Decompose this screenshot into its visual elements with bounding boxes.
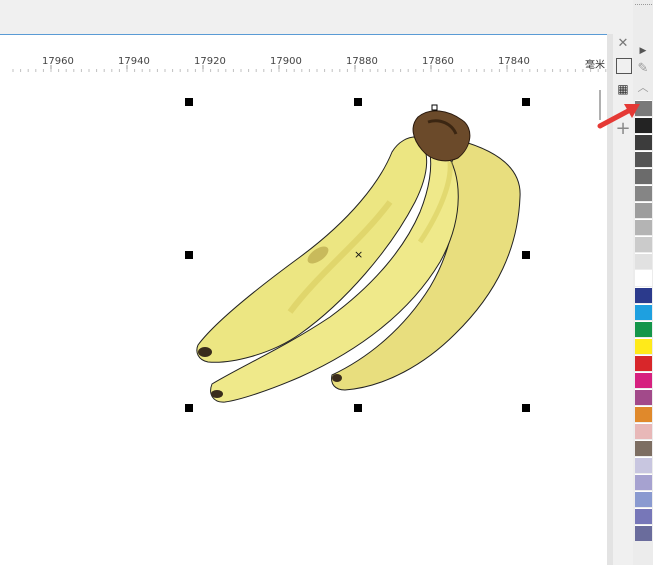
- ruler-label-6: 17840: [498, 56, 530, 67]
- color-swatch[interactable]: [635, 219, 652, 235]
- ruler-ticks: [0, 65, 607, 73]
- color-swatch[interactable]: [635, 270, 652, 286]
- center-marker: ×: [354, 248, 363, 261]
- eyedropper-icon[interactable]: ✎: [634, 60, 652, 78]
- color-swatch[interactable]: [635, 525, 652, 541]
- ruler-label-5: 17860: [422, 56, 454, 67]
- selection-handle-top-right[interactable]: [522, 98, 530, 106]
- color-swatch[interactable]: [635, 134, 652, 150]
- color-swatch[interactable]: [635, 202, 652, 218]
- ruler-label-3: 17900: [270, 56, 302, 67]
- close-icon[interactable]: ✕: [614, 35, 632, 53]
- color-swatch[interactable]: [635, 491, 652, 507]
- drawing-canvas[interactable]: ×: [0, 72, 607, 565]
- color-swatch[interactable]: [635, 508, 652, 524]
- hatch-tool-icon[interactable]: ▦: [614, 80, 632, 98]
- color-swatch[interactable]: [635, 389, 652, 405]
- selection-handle-bottom-left[interactable]: [185, 404, 193, 412]
- color-swatch[interactable]: [635, 236, 652, 252]
- selection-handle-top-left[interactable]: [185, 98, 193, 106]
- horizontal-ruler[interactable]: 17960 17940 17920 17900 17880 17860 1784…: [0, 34, 607, 73]
- ruler-unit-label: 毫米: [585, 60, 605, 71]
- red-arrow-annotation: [597, 104, 640, 129]
- color-swatch[interactable]: [635, 372, 652, 388]
- ruler-label-4: 17880: [346, 56, 378, 67]
- selection-handle-bottom-middle[interactable]: [354, 404, 362, 412]
- color-swatch[interactable]: [635, 406, 652, 422]
- ruler-label-2: 17920: [194, 56, 226, 67]
- color-palette: ▶ ✎ ︿: [633, 0, 653, 565]
- color-swatch[interactable]: [635, 423, 652, 439]
- palette-grip[interactable]: [635, 4, 652, 11]
- banana-image[interactable]: ×: [0, 72, 607, 565]
- color-swatch[interactable]: [635, 304, 652, 320]
- chevron-up-icon[interactable]: ︿: [634, 79, 652, 97]
- color-swatch[interactable]: [635, 355, 652, 371]
- color-swatch[interactable]: [635, 457, 652, 473]
- color-swatch[interactable]: [635, 287, 652, 303]
- color-swatch[interactable]: [635, 321, 652, 337]
- selection-handle-middle-left[interactable]: [185, 251, 193, 259]
- selection-handle-top-middle[interactable]: [354, 98, 362, 106]
- selection-handle-bottom-right[interactable]: [522, 404, 530, 412]
- color-swatch[interactable]: [635, 338, 652, 354]
- ruler-label-1: 17940: [118, 56, 150, 67]
- color-swatch[interactable]: [635, 151, 652, 167]
- selection-handle-middle-right[interactable]: [522, 251, 530, 259]
- color-swatch[interactable]: [635, 440, 652, 456]
- color-swatch[interactable]: [635, 253, 652, 269]
- toolbar-area: [0, 0, 612, 34]
- rectangle-tool-icon[interactable]: [616, 58, 632, 74]
- color-swatch[interactable]: [635, 474, 652, 490]
- ruler-label-0: 17960: [42, 56, 74, 67]
- color-swatch[interactable]: [635, 168, 652, 184]
- play-triangle-icon[interactable]: ▶: [634, 42, 652, 60]
- color-swatch[interactable]: [635, 185, 652, 201]
